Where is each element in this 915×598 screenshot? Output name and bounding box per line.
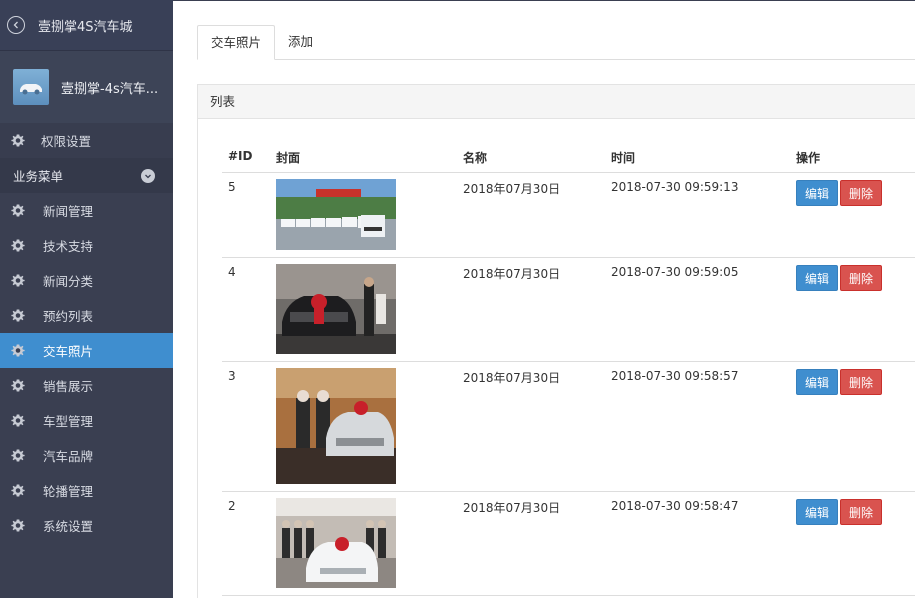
gear-icon: [11, 204, 25, 216]
header-cover: 封面: [270, 146, 457, 173]
cell-actions: 编辑 删除: [790, 491, 915, 596]
tab-delivery-photos[interactable]: 交车照片: [197, 25, 276, 60]
sidebar-item[interactable]: 交车照片: [0, 333, 173, 368]
delete-button[interactable]: 删除: [840, 179, 883, 206]
cover-photo: [276, 367, 396, 484]
cell-id: 4: [222, 257, 270, 362]
sidebar-item[interactable]: 销售展示: [0, 368, 173, 403]
sidebar-item-label: 新闻管理: [43, 204, 94, 219]
sidebar-item-label: 汽车品牌: [43, 449, 94, 464]
cell-id: 2: [222, 491, 270, 596]
header-id: #ID: [222, 146, 270, 173]
cell-name: 2018年07月30日: [457, 172, 605, 258]
cell-actions: 编辑 删除: [790, 257, 915, 362]
photo-table: #ID 封面 名称 时间 操作 5 2018年07月30日 2018-07-30 0…: [222, 146, 915, 596]
sidebar-item-permissions[interactable]: 权限设置: [0, 123, 173, 158]
cover-photo: [276, 178, 396, 250]
cell-id: 3: [222, 361, 270, 492]
main-content: 交车照片 添加 列表 #ID 封面 名称 时间 操作 5 2018年07月30日 2…: [173, 0, 915, 598]
user-name: 壹捌掌-4s汽车...: [61, 81, 159, 97]
delete-button[interactable]: 删除: [840, 264, 883, 291]
sidebar: 壹捌掌4S汽车城 壹捌掌-4s汽车... 权限设置 业务菜单 新闻管理 技术支持新…: [0, 0, 173, 598]
cover-photo: [276, 497, 396, 588]
sidebar-item[interactable]: 新闻分类: [0, 263, 173, 298]
header-time: 时间: [605, 146, 790, 173]
sidebar-section-label: 业务菜单: [13, 169, 64, 184]
sidebar-item-label: 交车照片: [43, 344, 94, 359]
top-border: [173, 0, 915, 1]
edit-button[interactable]: 编辑: [796, 179, 839, 206]
cell-cover: [270, 491, 457, 596]
cover-photo: [276, 263, 396, 354]
cell-time: 2018-07-30 09:59:05: [605, 257, 790, 362]
gear-icon: [11, 414, 25, 426]
gear-icon: [11, 274, 25, 286]
table-row: 5 2018年07月30日 2018-07-30 09:59:13 编辑 删除: [222, 172, 915, 258]
edit-button[interactable]: 编辑: [796, 264, 839, 291]
sidebar-item-label: 新闻分类: [43, 274, 94, 289]
sidebar-item-label: 权限设置: [41, 134, 92, 149]
cell-actions: 编辑 删除: [790, 172, 915, 258]
cell-actions: 编辑 删除: [790, 361, 915, 492]
delete-button[interactable]: 删除: [840, 498, 883, 525]
panel-title: 列表: [198, 85, 915, 119]
sidebar-item[interactable]: 预约列表: [0, 298, 173, 333]
sidebar-item-label: 技术支持: [43, 239, 94, 254]
sidebar-item-label: 销售展示: [43, 379, 94, 394]
header-actions: 操作: [790, 146, 915, 173]
edit-button[interactable]: 编辑: [796, 368, 839, 395]
cell-name: 2018年07月30日: [457, 257, 605, 362]
sidebar-item[interactable]: 技术支持: [0, 228, 173, 263]
gear-icon: [11, 239, 25, 251]
header-name: 名称: [457, 146, 605, 173]
sidebar-item-label: 系统设置: [43, 519, 94, 534]
tab-add[interactable]: 添加: [275, 25, 326, 60]
cell-time: 2018-07-30 09:58:47: [605, 491, 790, 596]
delete-button[interactable]: 删除: [840, 368, 883, 395]
sidebar-items: 新闻管理技术支持新闻分类预约列表交车照片销售展示车型管理汽车品牌轮播管理系统设置: [0, 193, 173, 543]
table-header-row: #ID 封面 名称 时间 操作: [222, 146, 915, 173]
user-block: 壹捌掌-4s汽车...: [0, 51, 173, 123]
sidebar-item-label: 预约列表: [43, 309, 94, 324]
gear-icon: [11, 379, 25, 391]
sidebar-item[interactable]: 轮播管理: [0, 473, 173, 508]
chevron-down-icon: [141, 168, 155, 183]
app-title: 壹捌掌4S汽车城: [38, 19, 133, 35]
cell-cover: [270, 257, 457, 362]
cell-cover: [270, 361, 457, 492]
back-icon[interactable]: [7, 16, 25, 34]
tab-bar: 交车照片 添加: [197, 25, 915, 60]
gear-icon: [11, 519, 25, 531]
avatar: [13, 69, 49, 105]
cell-name: 2018年07月30日: [457, 491, 605, 596]
edit-button[interactable]: 编辑: [796, 498, 839, 525]
sidebar-item-label: 车型管理: [43, 414, 94, 429]
cell-time: 2018-07-30 09:58:57: [605, 361, 790, 492]
table-row: 4 2018年07月30日 2018-07-30 09:59:05 编辑 删除: [222, 257, 915, 362]
gear-icon: [11, 134, 25, 146]
gear-icon: [11, 449, 25, 461]
cell-cover: [270, 172, 457, 258]
gear-icon: [11, 484, 25, 496]
gear-icon: [11, 309, 25, 321]
table-row: 2 2018年07月30日 2018-07-30 09:58:47 编辑 删除: [222, 491, 915, 596]
sidebar-item[interactable]: 车型管理: [0, 403, 173, 438]
table-row: 3 2018年07月30日 2018-07-30 09:58:57 编辑 删除: [222, 361, 915, 492]
cell-name: 2018年07月30日: [457, 361, 605, 492]
sidebar-header: 壹捌掌4S汽车城: [0, 0, 173, 51]
sidebar-item[interactable]: 系统设置: [0, 508, 173, 543]
sidebar-item[interactable]: 汽车品牌: [0, 438, 173, 473]
list-panel: 列表 #ID 封面 名称 时间 操作 5 2018年07月30日 2018-07-3…: [197, 84, 915, 598]
gear-icon: [11, 344, 25, 356]
cell-time: 2018-07-30 09:59:13: [605, 172, 790, 258]
cell-id: 5: [222, 172, 270, 258]
sidebar-item[interactable]: 新闻管理: [0, 193, 173, 228]
sidebar-section-business[interactable]: 业务菜单: [0, 158, 173, 193]
sidebar-item-label: 轮播管理: [43, 484, 94, 499]
